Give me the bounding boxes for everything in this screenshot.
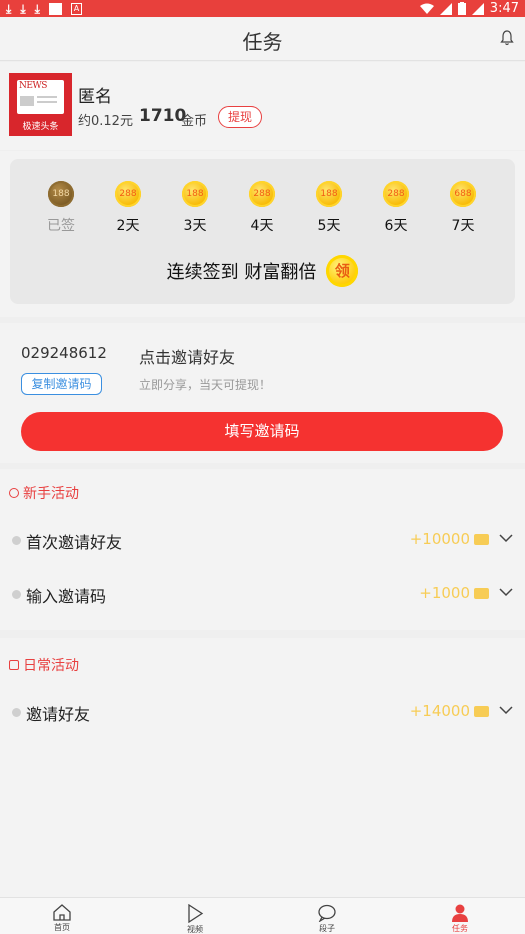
coin-balance: 1710 (139, 106, 187, 126)
signin-section: 188 已签 288 2天 188 3天 288 4天 188 5天 288 6… (0, 151, 525, 317)
tab-label: 任务 (452, 924, 468, 933)
status-time: 3:47 (489, 1, 519, 16)
play-icon (188, 904, 204, 923)
tab-home[interactable]: 首页 (32, 904, 92, 933)
profile-card: NEWS 极速头条 匿名 约0.12元 1710 金币 提现 (0, 62, 525, 150)
tab-label: 视频 (187, 925, 203, 934)
list-item[interactable]: 首次邀请好友 +10000 (0, 521, 525, 561)
invite-friends-link[interactable]: 点击邀请好友 (139, 344, 235, 368)
battery-icon (457, 2, 466, 15)
chevron-down-icon[interactable] (499, 533, 513, 543)
page-title: 任务 (242, 30, 283, 54)
signin-day-label: 2天 (116, 218, 140, 234)
reward-value: +10000 (409, 530, 470, 548)
coins-icon (474, 533, 489, 545)
signin-day-label: 已签 (47, 218, 75, 234)
list-item[interactable]: 输入邀请码 +1000 (0, 575, 525, 615)
newbie-section: 新手活动 首次邀请好友 +10000 输入邀请码 +1000 (0, 469, 525, 630)
tab-jokes[interactable]: 段子 (297, 904, 357, 934)
coins-icon (474, 705, 489, 717)
task-reward: +1000 (419, 584, 489, 602)
avatar-caption: 极速头条 (22, 122, 59, 132)
signin-day[interactable]: 288 6天 (376, 181, 416, 235)
tab-label: 段子 (319, 924, 335, 933)
coin-unit: 金币 (181, 114, 208, 129)
signin-day[interactable]: 188 已签 (41, 181, 81, 235)
wifi-icon (419, 3, 434, 14)
invite-code: 029248612 (21, 344, 107, 362)
download-icon: ⤓ (34, 1, 40, 16)
slogan-text: 连续签到 财富翻倍 (166, 262, 317, 283)
signin-day[interactable]: 188 5天 (309, 181, 349, 235)
copy-invite-code-button[interactable]: 复制邀请码 (21, 373, 102, 395)
section-title: 日常活动 (9, 655, 79, 675)
tab-label: 首页 (54, 923, 70, 932)
section-title: 新手活动 (9, 483, 79, 503)
coin-icon: 188 (316, 181, 342, 207)
signin-card: 188 已签 288 2天 188 3天 288 4天 188 5天 288 6… (10, 159, 515, 304)
signin-slogan: 连续签到 财富翻倍领 (10, 255, 515, 287)
bullet-icon (12, 590, 21, 599)
signal-icon (471, 2, 484, 15)
app-notification-icon: A (70, 2, 82, 15)
invite-section: 029248612 点击邀请好友 复制邀请码 立即分享，当天可提现！ 填写邀请码 (0, 323, 525, 463)
coin-icon: 188 (182, 181, 208, 207)
download-icon: ⤓ (20, 1, 26, 16)
signin-day[interactable]: 288 2天 (108, 181, 148, 235)
signin-day[interactable]: 188 3天 (175, 181, 215, 235)
signin-day-label: 7天 (451, 218, 475, 234)
reward-value: +14000 (409, 702, 470, 720)
list-item[interactable]: 邀请好友 +14000 (0, 693, 525, 733)
withdraw-button[interactable]: 提现 (218, 106, 262, 128)
download-icon: ⤓ (6, 1, 12, 16)
page-header: 任务 (0, 17, 525, 61)
invite-subtitle: 立即分享，当天可提现！ (139, 378, 272, 392)
signin-day-label: 3天 (183, 218, 207, 234)
signin-day-label: 6天 (384, 218, 408, 234)
task-reward: +14000 (410, 702, 489, 720)
status-bar: ⤓ ⤓ ⤓ A 3:47 (0, 0, 525, 17)
user-name: 匿名 (78, 87, 112, 107)
fill-invite-code-button[interactable]: 填写邀请码 (21, 412, 503, 451)
claim-coin-button[interactable]: 领 (326, 255, 359, 287)
activity-icon (9, 488, 19, 498)
coins-icon (474, 587, 489, 599)
task-name: 邀请好友 (26, 705, 91, 724)
section-title-text: 新手活动 (23, 486, 79, 502)
bullet-icon (12, 536, 21, 545)
avatar[interactable]: NEWS 极速头条 (9, 73, 72, 136)
user-icon (452, 904, 468, 922)
task-reward: +10000 (410, 530, 489, 548)
chevron-down-icon[interactable] (499, 705, 513, 715)
chevron-down-icon[interactable] (499, 587, 513, 597)
bullet-icon (12, 708, 21, 717)
bell-icon[interactable] (500, 30, 514, 46)
reward-value: +1000 (419, 584, 470, 602)
calendar-icon (9, 660, 19, 670)
bottom-tab-bar: 首页 视频 段子 任务 (0, 897, 525, 934)
notification-icon (48, 2, 62, 15)
coin-icon: 188 (48, 181, 74, 207)
task-name: 输入邀请码 (26, 587, 107, 606)
approx-money: 约0.12元 (78, 114, 133, 129)
coin-icon: 288 (115, 181, 141, 207)
section-title-text: 日常活动 (23, 658, 79, 674)
daily-section: 日常活动 邀请好友 +14000 (0, 638, 525, 897)
chat-icon (318, 904, 336, 922)
home-icon (53, 904, 71, 921)
signal-icon (439, 2, 452, 15)
coin-icon: 288 (383, 181, 409, 207)
task-name: 首次邀请好友 (26, 533, 123, 552)
signin-day[interactable]: 288 4天 (242, 181, 282, 235)
avatar-title: NEWS (19, 81, 47, 91)
coin-icon: 288 (249, 181, 275, 207)
signin-day[interactable]: 688 7天 (443, 181, 483, 235)
tab-tasks[interactable]: 任务 (430, 904, 490, 934)
signin-day-label: 5天 (317, 218, 341, 234)
coin-icon: 688 (450, 181, 476, 207)
signin-day-label: 4天 (250, 218, 274, 234)
tab-video[interactable]: 视频 (165, 904, 225, 934)
